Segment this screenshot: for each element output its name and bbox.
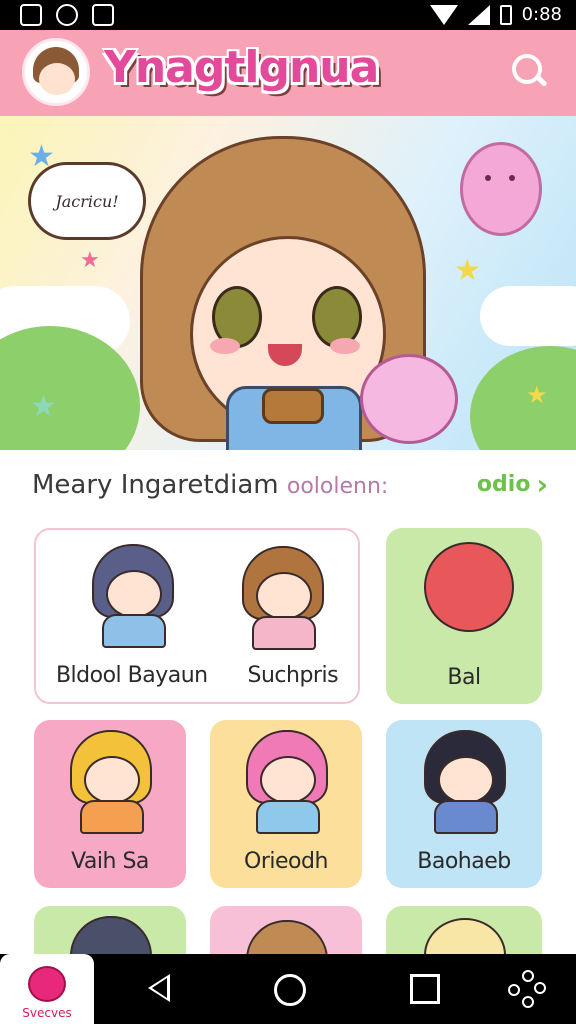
app-header: Ynagtlgnua: [0, 30, 576, 116]
chevron-right-icon: ›: [536, 467, 548, 501]
character-card[interactable]: Orieodh: [210, 720, 362, 888]
star-icon: ★: [80, 248, 100, 273]
recents-icon[interactable]: [410, 974, 440, 1004]
app-title: Ynagtlgnua: [104, 42, 379, 93]
star-icon: ★: [454, 253, 481, 288]
status-bar: 0:88: [0, 0, 576, 30]
battery-icon: [499, 4, 512, 25]
star-icon: ★: [30, 389, 57, 424]
back-icon[interactable]: [148, 974, 170, 1002]
home-tab[interactable]: Svecves: [0, 954, 94, 1024]
signal-icon: [467, 4, 490, 25]
heart-icon: [28, 966, 66, 1002]
character-card[interactable]: Vaih Sa: [34, 720, 186, 888]
notification-icon: [56, 4, 78, 26]
character-card[interactable]: Bal: [386, 528, 542, 704]
bow-icon: [262, 388, 324, 424]
hero-banner[interactable]: Jacricu! ★ ★ ★ ★ ★: [0, 116, 576, 450]
wifi-icon: [429, 4, 458, 25]
card-label: Bal: [447, 665, 481, 690]
character-card[interactable]: Bldool Bayaun Suchpris: [34, 528, 360, 704]
card-label: Bldool Bayaun: [55, 663, 208, 688]
network-icon[interactable]: [508, 970, 546, 1008]
card-label: Vaih Sa: [71, 849, 149, 874]
character-card[interactable]: Baohaeb: [386, 720, 542, 888]
star-icon: ★: [28, 139, 55, 174]
section-title: Meary Ingaretdiam oololenn:: [32, 470, 389, 500]
card-label: Orieodh: [244, 849, 328, 874]
sim-icon: [20, 4, 42, 26]
star-icon: ★: [526, 381, 548, 409]
plush-bunny-icon: [360, 354, 458, 444]
search-icon[interactable]: [510, 52, 550, 92]
card-label: Suchpris: [247, 663, 339, 688]
status-time: 0:88: [521, 4, 562, 25]
profile-avatar[interactable]: [22, 38, 90, 106]
balloon-icon: [460, 142, 542, 236]
media-icon: [92, 4, 114, 26]
system-nav-bar: Svecves: [0, 954, 576, 1024]
card-label: Baohaeb: [417, 849, 511, 874]
home-icon[interactable]: [274, 974, 306, 1006]
see-more-link[interactable]: odio ›: [477, 467, 548, 501]
